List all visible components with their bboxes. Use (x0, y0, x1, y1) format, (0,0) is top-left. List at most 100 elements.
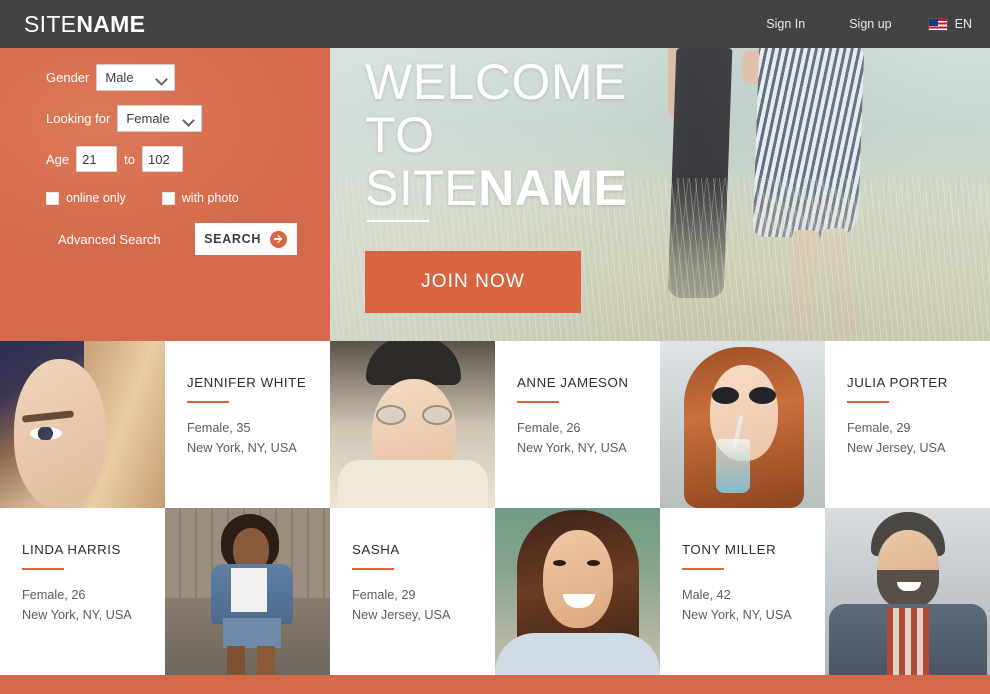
advanced-search-link[interactable]: Advanced Search (58, 232, 161, 247)
profile-name-divider (847, 401, 889, 403)
profile-gender-age: Female, 29 (847, 421, 911, 435)
hero-divider (367, 220, 429, 222)
search-options-row: online only with photo (46, 191, 330, 205)
sign-in-link[interactable]: Sign In (744, 17, 827, 31)
join-now-button[interactable]: JOIN NOW (365, 251, 581, 313)
profile-card[interactable]: SASHA Female, 29 New Jersey, USA (330, 508, 495, 675)
photo-leg (227, 646, 245, 675)
photo-sunglasses (712, 387, 776, 404)
age-to-input[interactable] (141, 146, 183, 172)
photo-shirt (887, 608, 929, 675)
footer-bar (0, 675, 990, 694)
profile-card[interactable]: JENNIFER WHITE Female, 35 New York, NY, … (165, 341, 330, 508)
profile-card[interactable]: JULIA PORTER Female, 29 New Jersey, USA (825, 341, 990, 508)
age-from-input[interactable] (76, 146, 118, 172)
language-selector[interactable]: EN (914, 17, 972, 31)
hero-title-line2: TO (365, 107, 435, 163)
search-button[interactable]: SEARCH (194, 223, 297, 255)
profile-card[interactable]: ANNE JAMESON Female, 26 New York, NY, US… (495, 341, 660, 508)
us-flag-icon (927, 17, 948, 31)
site-header: SITENAME Sign In Sign up EN (0, 0, 990, 48)
profile-gender-age: Female, 29 (352, 588, 416, 602)
profile-photo[interactable] (165, 508, 330, 675)
page-root: SITENAME Sign In Sign up EN WELCOME TO SIT… (0, 0, 990, 694)
photo-leg (257, 646, 275, 675)
profile-gender-age: Female, 35 (187, 421, 251, 435)
hero-title-site: SITE (365, 160, 479, 216)
search-button-label: SEARCH (204, 232, 262, 246)
profile-photo-art (165, 508, 330, 675)
profile-photo[interactable] (330, 341, 495, 508)
profile-card[interactable]: LINDA HARRIS Female, 26 New York, NY, US… (0, 508, 165, 675)
site-logo[interactable]: SITENAME (24, 11, 145, 38)
online-only-checkbox-group[interactable]: online only (46, 191, 126, 205)
profile-name-divider (682, 568, 724, 570)
looking-for-select[interactable]: Female (117, 104, 203, 132)
profile-photo-art (0, 341, 165, 508)
profile-name: LINDA HARRIS (22, 542, 121, 557)
hero-content: WELCOME TO SITENAME JOIN NOW (365, 48, 985, 341)
profile-name-divider (517, 401, 559, 403)
photo-shorts (223, 618, 281, 648)
profile-name-divider (187, 401, 229, 403)
gender-select[interactable]: Male (96, 63, 176, 91)
profile-photo[interactable] (0, 341, 165, 508)
photo-glasses (376, 405, 452, 425)
photo-eye (30, 427, 62, 440)
profile-location: New York, NY, USA (517, 441, 627, 455)
profile-name: ANNE JAMESON (517, 375, 629, 390)
arrow-right-circle-icon (270, 230, 288, 248)
profile-card[interactable]: TONY MILLER Male, 42 New York, NY, USA (660, 508, 825, 675)
age-to-label: to (124, 151, 135, 167)
profile-photo[interactable] (825, 508, 990, 675)
profile-photo-art (495, 508, 660, 675)
sign-up-link[interactable]: Sign up (827, 17, 913, 31)
profile-name: JULIA PORTER (847, 375, 948, 390)
profile-location: New York, NY, USA (187, 441, 297, 455)
profile-name-divider (22, 568, 64, 570)
gender-field-row: Gender Male (46, 62, 330, 92)
hero-title-line1: WELCOME (365, 54, 627, 110)
hero-title-name: NAME (478, 160, 628, 216)
logo-text-bold: NAME (76, 10, 146, 37)
profile-location: New Jersey, USA (352, 608, 451, 622)
profile-gender-age: Female, 26 (22, 588, 86, 602)
hero-title: WELCOME TO SITENAME (365, 56, 627, 215)
age-label: Age (46, 151, 70, 167)
profile-gender-age: Male, 42 (682, 588, 731, 602)
looking-for-label: Looking for (46, 110, 111, 126)
profile-name: SASHA (352, 542, 400, 557)
photo-cup (716, 439, 750, 493)
looking-for-select-wrapper: Female (117, 104, 203, 132)
gender-label: Gender (46, 69, 90, 85)
photo-eye (553, 560, 566, 566)
age-field-row: Age to (46, 144, 330, 174)
profile-photo-art (330, 341, 495, 508)
photo-face (543, 530, 613, 628)
profile-photo[interactable] (660, 341, 825, 508)
search-action-row: Advanced Search SEARCH (46, 223, 330, 255)
with-photo-checkbox[interactable] (161, 191, 175, 205)
profile-name: JENNIFER WHITE (187, 375, 307, 390)
header-nav: Sign In Sign up EN (744, 17, 972, 31)
profile-grid: JENNIFER WHITE Female, 35 New York, NY, … (0, 341, 990, 675)
online-only-checkbox[interactable] (46, 191, 59, 205)
profile-location: New Jersey, USA (847, 441, 946, 455)
online-only-label: online only (66, 191, 126, 205)
looking-for-field-row: Looking for Female (46, 103, 330, 133)
profile-name: TONY MILLER (682, 542, 777, 557)
with-photo-label: with photo (181, 191, 239, 205)
gender-select-wrapper: Male (96, 63, 176, 91)
photo-eye (587, 560, 600, 566)
profile-photo-art (825, 508, 990, 675)
logo-text-light: SITE (24, 10, 77, 37)
photo-shoulder (495, 633, 660, 675)
profile-photo-art (660, 341, 825, 508)
profile-name-divider (352, 568, 394, 570)
profile-gender-age: Female, 26 (517, 421, 581, 435)
profile-photo[interactable] (495, 508, 660, 675)
search-panel: Gender Male Looking for Female Age to (0, 48, 330, 341)
photo-top (231, 568, 267, 612)
language-label: EN (954, 17, 972, 31)
with-photo-checkbox-group[interactable]: with photo (161, 191, 239, 205)
